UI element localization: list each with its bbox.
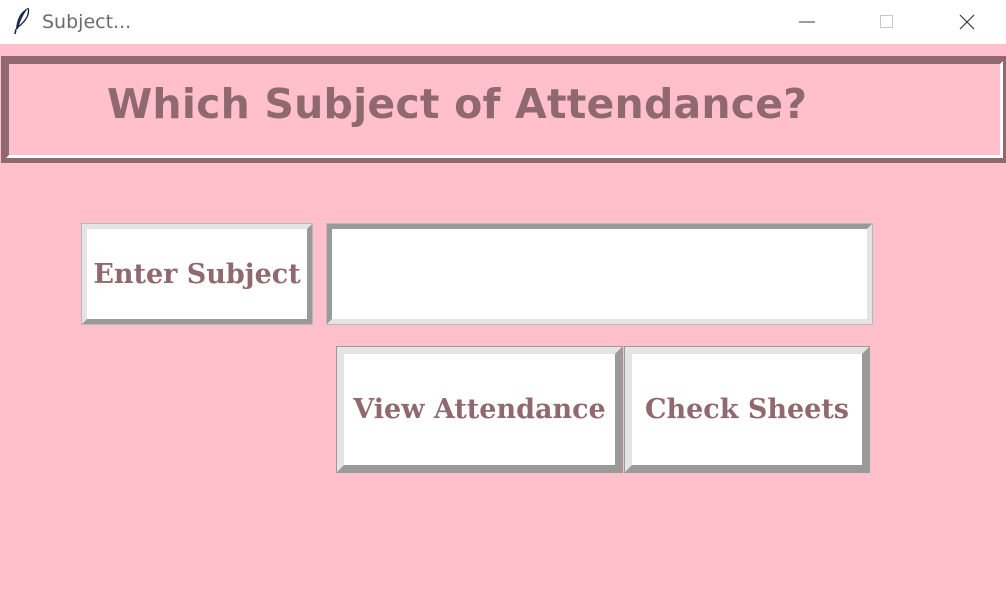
view-attendance-button[interactable]: View Attendance — [336, 346, 623, 473]
check-sheets-button[interactable]: Check Sheets — [624, 346, 870, 473]
maximize-icon — [880, 15, 893, 28]
title-bar: Subject... — [0, 0, 1006, 44]
heading-frame: Which Subject of Attendance? — [1, 56, 1006, 163]
window-content: Which Subject of Attendance? Enter Subje… — [0, 44, 1006, 600]
minimize-icon — [799, 21, 815, 23]
minimize-button[interactable] — [777, 0, 837, 44]
close-button[interactable] — [937, 0, 997, 44]
page-title: Which Subject of Attendance? — [107, 80, 808, 128]
maximize-button[interactable] — [857, 0, 917, 44]
close-icon — [959, 14, 975, 30]
subject-input[interactable] — [326, 223, 873, 325]
enter-subject-label: Enter Subject — [81, 223, 313, 325]
window-title: Subject... — [42, 11, 132, 33]
feather-icon — [12, 7, 32, 35]
